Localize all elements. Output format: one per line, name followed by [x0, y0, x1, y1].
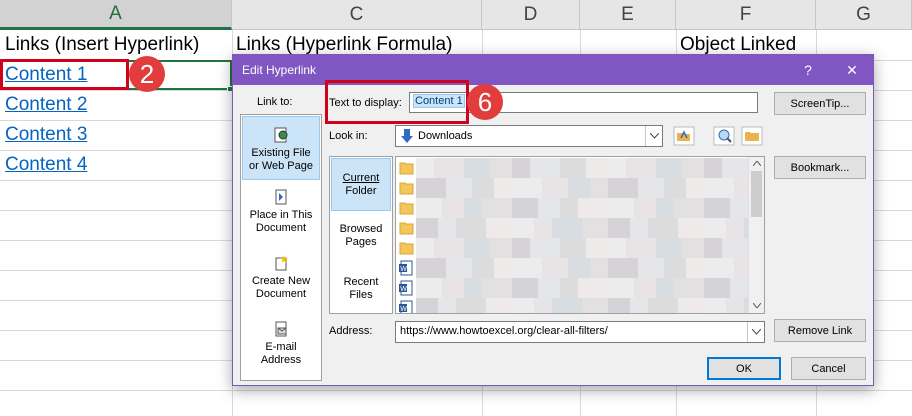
link-to-label: Link to: — [257, 96, 293, 108]
chevron-down-icon[interactable] — [645, 126, 662, 146]
folder-icon — [399, 202, 414, 215]
step-badge-2: 2 — [129, 56, 165, 92]
screentip-button[interactable]: ScreenTip... — [774, 92, 866, 115]
link-cell-content-3[interactable]: Content 3 — [5, 120, 87, 150]
step-badge-6: 6 — [467, 84, 503, 120]
dialog-title: Edit Hyperlink — [242, 63, 317, 77]
word-document-icon: W — [399, 260, 413, 276]
column-header-e[interactable]: E — [580, 0, 676, 30]
word-document-icon: W — [399, 300, 413, 313]
file-list-item[interactable]: W — [396, 278, 752, 298]
column-header-g[interactable]: G — [816, 0, 912, 30]
file-list-scrollbar[interactable] — [748, 157, 764, 313]
file-list[interactable]: W W W — [395, 156, 765, 314]
help-button[interactable]: ? — [793, 55, 823, 85]
column-header-c[interactable]: C — [232, 0, 482, 30]
link-to-place-in-document[interactable]: Place in This Document — [242, 189, 320, 247]
browse-file-icon[interactable] — [741, 126, 763, 146]
column-header-a[interactable]: A — [0, 0, 232, 30]
email-icon — [275, 321, 287, 337]
bookmark-button[interactable]: Bookmark... — [774, 156, 866, 179]
scrollbar-thumb[interactable] — [751, 171, 762, 217]
link-to-panel: Existing File or Web Page Place in This … — [240, 114, 322, 381]
remove-link-button[interactable]: Remove Link — [774, 319, 866, 342]
look-in-value: Downloads — [418, 130, 473, 142]
folder-icon — [399, 162, 414, 175]
link-cell-content-4[interactable]: Content 4 — [5, 150, 87, 180]
file-list-item[interactable]: W — [396, 258, 760, 278]
downloads-arrow-icon — [401, 129, 413, 143]
cell-a1[interactable]: Links (Insert Hyperlink) — [5, 30, 199, 60]
file-list-item[interactable]: W — [396, 298, 764, 313]
look-in-label: Look in: — [329, 130, 368, 142]
scroll-down-arrow-icon[interactable] — [753, 303, 761, 308]
tab-current-folder[interactable]: Current Folder — [331, 158, 391, 211]
folder-icon — [399, 182, 414, 195]
address-label: Address: — [329, 325, 373, 337]
link-cell-content-2[interactable]: Content 2 — [5, 90, 87, 120]
file-list-item[interactable] — [396, 198, 752, 218]
folder-icon — [399, 222, 414, 235]
file-list-item[interactable] — [396, 178, 760, 198]
ok-button[interactable]: OK — [707, 357, 781, 380]
scroll-up-arrow-icon[interactable] — [753, 161, 761, 166]
address-value: https://www.howtoexcel.org/clear-all-fil… — [400, 325, 608, 337]
folder-tabs-panel: Current Folder Browsed Pages Recent File… — [329, 156, 393, 314]
close-icon[interactable]: ✕ — [837, 55, 867, 85]
link-to-create-new-document[interactable]: Create New Document — [242, 255, 320, 313]
new-document-icon — [275, 255, 288, 271]
up-folder-icon[interactable] — [673, 126, 695, 146]
folder-icon — [399, 242, 414, 255]
highlight-box-cell — [0, 59, 129, 90]
tab-browsed-pages[interactable]: Browsed Pages — [331, 223, 391, 253]
column-header-d[interactable]: D — [482, 0, 580, 30]
word-document-icon: W — [399, 280, 413, 296]
look-in-dropdown[interactable]: Downloads — [395, 125, 663, 147]
file-list-item[interactable] — [396, 218, 764, 238]
browse-web-icon[interactable] — [713, 126, 735, 146]
cancel-button[interactable]: Cancel — [791, 357, 866, 380]
web-page-globe-icon — [274, 127, 288, 143]
address-input[interactable]: https://www.howtoexcel.org/clear-all-fil… — [395, 321, 765, 343]
link-to-existing-file[interactable]: Existing File or Web Page — [242, 116, 320, 180]
document-bookmark-icon — [275, 189, 287, 205]
file-list-item[interactable] — [396, 158, 752, 178]
tab-recent-files[interactable]: Recent Files — [331, 276, 391, 306]
highlight-box-text-to-display — [325, 80, 469, 124]
column-header-f[interactable]: F — [676, 0, 816, 30]
svg-text:W: W — [400, 266, 407, 273]
address-dropdown-arrow-icon[interactable] — [747, 322, 764, 342]
svg-text:W: W — [400, 306, 407, 313]
svg-text:W: W — [400, 286, 407, 293]
link-to-email-address[interactable]: E-mail Address — [242, 321, 320, 379]
file-list-item[interactable] — [396, 238, 752, 258]
